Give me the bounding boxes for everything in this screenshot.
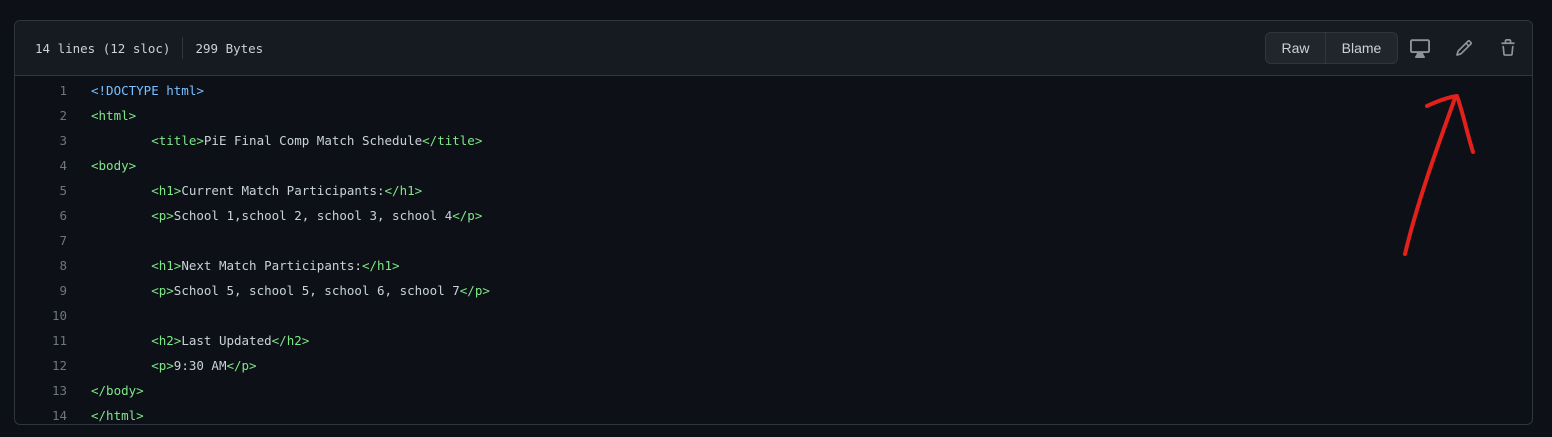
open-tag: <h1>	[151, 258, 182, 273]
open-tag: </html>	[91, 408, 144, 423]
code-line: 4 <body>	[15, 153, 1532, 178]
line-number[interactable]: 6	[15, 208, 67, 223]
open-tag: <p>	[151, 358, 174, 373]
open-tag: </body>	[91, 383, 144, 398]
code-line: 9 <p>School 5, school 5, school 6, schoo…	[15, 278, 1532, 303]
line-number[interactable]: 2	[15, 108, 67, 123]
open-tag: <html>	[91, 108, 137, 123]
line-content: <p>School 5, school 5, school 6, school …	[91, 283, 490, 298]
line-number[interactable]: 10	[15, 308, 67, 323]
line-content: <h1>Current Match Participants:</h1>	[91, 183, 422, 198]
close-tag: </p>	[452, 208, 483, 223]
close-tag: </title>	[422, 133, 483, 148]
text-content: 9:30 AM	[173, 358, 227, 373]
open-tag: <body>	[91, 158, 137, 173]
line-content: <h2>Last Updated</h2>	[91, 333, 309, 348]
trash-icon[interactable]	[1496, 36, 1520, 60]
line-content: <p>School 1,school 2, school 3, school 4…	[91, 208, 482, 223]
divider	[182, 37, 184, 59]
pencil-icon[interactable]	[1452, 36, 1476, 60]
open-tag: <h1>	[151, 183, 182, 198]
line-number[interactable]: 14	[15, 408, 67, 423]
code-line: 11 <h2>Last Updated</h2>	[15, 328, 1532, 353]
line-content: <html>	[91, 108, 136, 123]
text-content: School 5, school 5, school 6, school 7	[173, 283, 460, 298]
line-number[interactable]: 13	[15, 383, 67, 398]
code-line: 12 <p>9:30 AM</p>	[15, 353, 1532, 378]
view-button-group: Raw Blame	[1265, 32, 1398, 64]
line-number[interactable]: 12	[15, 358, 67, 373]
code-line: 2 <html>	[15, 103, 1532, 128]
open-tag: <p>	[151, 283, 174, 298]
code-line: 13 </body>	[15, 378, 1532, 403]
line-number[interactable]: 7	[15, 233, 67, 248]
blame-button[interactable]: Blame	[1326, 33, 1397, 63]
open-tag: <title>	[151, 133, 204, 148]
text-content: Next Match Participants:	[181, 258, 362, 273]
line-number[interactable]: 11	[15, 333, 67, 348]
file-size: 299 Bytes	[195, 40, 264, 56]
line-content: <title>PiE Final Comp Match Schedule</ti…	[91, 133, 482, 148]
line-content: </body>	[91, 383, 144, 398]
file-viewer: 14 lines (12 sloc) 299 Bytes Raw Blame 1…	[14, 20, 1533, 425]
code-line: 3 <title>PiE Final Comp Match Schedule</…	[15, 128, 1532, 153]
text-content: Last Updated	[181, 333, 272, 348]
code-line: 6 <p>School 1,school 2, school 3, school…	[15, 203, 1532, 228]
line-number[interactable]: 5	[15, 183, 67, 198]
text-content: Current Match Participants:	[181, 183, 385, 198]
line-number[interactable]: 8	[15, 258, 67, 273]
code-line: 14 </html>	[15, 403, 1532, 424]
line-number[interactable]: 9	[15, 283, 67, 298]
file-info: 14 lines (12 sloc) 299 Bytes	[35, 21, 263, 75]
file-header: 14 lines (12 sloc) 299 Bytes Raw Blame	[15, 21, 1532, 76]
close-tag: </h2>	[271, 333, 310, 348]
lines-count: 14 lines (12 sloc)	[35, 40, 171, 56]
close-tag: </h1>	[384, 183, 423, 198]
code-area[interactable]: 1 <!DOCTYPE html> 2 <html> 3 <title>PiE Fina…	[15, 77, 1532, 424]
code-line: 8 <h1>Next Match Participants:</h1>	[15, 253, 1532, 278]
line-content: <h1>Next Match Participants:</h1>	[91, 258, 400, 273]
line-number[interactable]: 3	[15, 133, 67, 148]
code-line: 7	[15, 228, 1532, 253]
close-tag: </p>	[226, 358, 257, 373]
line-content: <body>	[91, 158, 136, 173]
code-line: 10	[15, 303, 1532, 328]
line-number[interactable]: 4	[15, 158, 67, 173]
code-line: 1 <!DOCTYPE html>	[15, 78, 1532, 103]
raw-button[interactable]: Raw	[1266, 33, 1326, 63]
line-content: <p>9:30 AM</p>	[91, 358, 257, 373]
line-number[interactable]: 1	[15, 83, 67, 98]
desktop-icon[interactable]	[1408, 36, 1432, 60]
close-tag: </p>	[459, 283, 490, 298]
open-tag: <h2>	[151, 333, 182, 348]
open-tag: <!DOCTYPE html>	[91, 83, 204, 98]
text-content: School 1,school 2, school 3, school 4	[173, 208, 453, 223]
line-content: <!DOCTYPE html>	[91, 83, 204, 98]
text-content: PiE Final Comp Match Schedule	[203, 133, 423, 148]
line-content: </html>	[91, 408, 144, 423]
code-line: 5 <h1>Current Match Participants:</h1>	[15, 178, 1532, 203]
open-tag: <p>	[151, 208, 174, 223]
close-tag: </h1>	[361, 258, 400, 273]
